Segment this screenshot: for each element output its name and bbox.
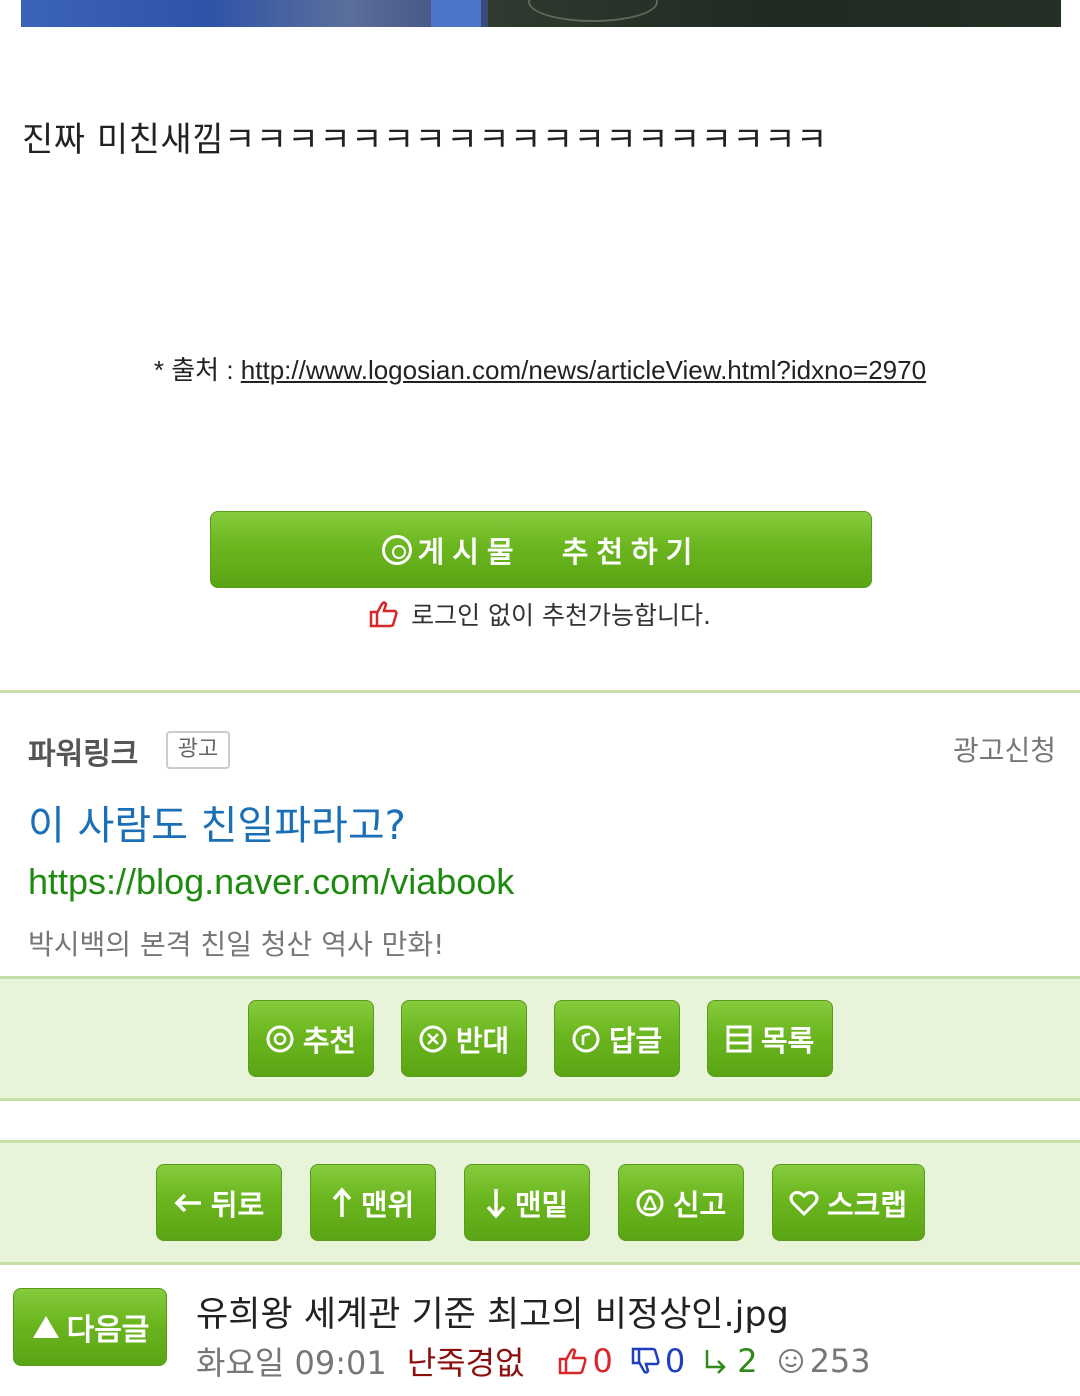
downvote-count: 0 bbox=[631, 1342, 685, 1380]
powerlink-label: 파워링크 bbox=[28, 737, 139, 772]
no-login-note: 로그인 없이 추천가능합니다. bbox=[0, 596, 1080, 632]
list-button[interactable]: 목록 bbox=[706, 1000, 833, 1077]
arrow-down-icon bbox=[486, 1188, 506, 1219]
next-post-meta: 화요일 09:01 난죽경없 0 0 2 253 bbox=[196, 1338, 871, 1384]
reply-icon bbox=[572, 1025, 600, 1052]
back-label: 뒤로 bbox=[210, 1187, 265, 1222]
next-post-button[interactable]: 다음글 bbox=[13, 1288, 167, 1366]
reply-label: 답글 bbox=[608, 1023, 663, 1058]
source-prefix: * 출처 : bbox=[153, 355, 241, 385]
reply-button[interactable]: 답글 bbox=[553, 1000, 680, 1077]
post-recommend-button[interactable]: 게시물 추천하기 bbox=[210, 511, 872, 588]
report-button[interactable]: 신고 bbox=[617, 1164, 744, 1241]
arrow-up-icon bbox=[332, 1186, 352, 1217]
image-right-panel bbox=[488, 0, 1061, 27]
post-recommend-label: 게시물 추천하기 bbox=[417, 534, 701, 569]
recommend-icon bbox=[266, 1025, 294, 1052]
upvote-count: 0 bbox=[558, 1342, 613, 1380]
arrow-left-icon bbox=[174, 1193, 201, 1212]
target-icon bbox=[381, 534, 412, 565]
thumbs-down-icon bbox=[631, 1347, 660, 1374]
thumbs-up-icon bbox=[369, 601, 398, 628]
triangle-up-icon bbox=[32, 1316, 59, 1338]
post-body-text: 진짜 미친새낌ㅋㅋㅋㅋㅋㅋㅋㅋㅋㅋㅋㅋㅋㅋㅋㅋㅋㅋㅋ bbox=[22, 120, 828, 160]
ad-badge: 광고 bbox=[166, 731, 230, 769]
next-post-author[interactable]: 난죽경없 bbox=[407, 1338, 525, 1384]
ad-description: 박시백의 본격 친일 청산 역사 만화! bbox=[28, 928, 445, 961]
navigation-action-bar: 뒤로 맨위 맨밑 신고 스크랩 bbox=[0, 1140, 1080, 1265]
scrap-label: 스크랩 bbox=[826, 1187, 908, 1222]
scrap-button[interactable]: 스크랩 bbox=[771, 1164, 925, 1241]
image-left-panel bbox=[21, 0, 488, 27]
oppose-button[interactable]: 반대 bbox=[400, 1000, 527, 1077]
downvote-value: 0 bbox=[664, 1342, 686, 1380]
bottom-button[interactable]: 맨밑 bbox=[463, 1164, 590, 1241]
recommend-label: 추천 bbox=[302, 1023, 357, 1058]
next-post-item: 다음글 유희왕 세계관 기준 최고의 비정상인.jpg 화요일 09:01 난죽… bbox=[0, 1266, 1080, 1396]
top-button[interactable]: 맨위 bbox=[309, 1164, 436, 1241]
next-post-button-label: 다음글 bbox=[66, 1313, 150, 1348]
no-login-text: 로그인 없이 추천가능합니다. bbox=[411, 601, 711, 630]
report-icon bbox=[636, 1189, 664, 1216]
upvote-value: 0 bbox=[592, 1342, 613, 1380]
powerlink-ad: 파워링크 광고 광고신청 이 사람도 친일파라고? https://blog.n… bbox=[0, 690, 1080, 978]
source-link[interactable]: http://www.logosian.com/news/articleView… bbox=[241, 355, 926, 385]
article-image-bottom-edge bbox=[21, 0, 1061, 27]
ad-title-link[interactable]: 이 사람도 친일파라고? bbox=[28, 793, 406, 851]
reply-value: 2 bbox=[737, 1342, 758, 1380]
ad-url-link[interactable]: https://blog.naver.com/viabook bbox=[28, 861, 514, 903]
post-action-bar: 추천 반대 답글 목록 bbox=[0, 976, 1080, 1101]
reply-arrow-icon bbox=[705, 1350, 726, 1374]
back-button[interactable]: 뒤로 bbox=[155, 1164, 282, 1241]
report-label: 신고 bbox=[672, 1187, 727, 1222]
list-icon bbox=[726, 1025, 752, 1052]
smiley-icon bbox=[778, 1349, 803, 1373]
oppose-icon bbox=[419, 1025, 447, 1052]
recommend-button[interactable]: 추천 bbox=[247, 1000, 374, 1077]
top-label: 맨위 bbox=[360, 1187, 415, 1222]
view-count: 253 bbox=[778, 1342, 871, 1380]
heart-icon bbox=[789, 1190, 819, 1216]
next-post-title[interactable]: 유희왕 세계관 기준 최고의 비정상인.jpg bbox=[196, 1286, 789, 1337]
source-line: * 출처 : http://www.logosian.com/news/arti… bbox=[0, 350, 1080, 387]
view-value: 253 bbox=[809, 1342, 871, 1380]
thumbs-up-icon bbox=[559, 1348, 588, 1375]
list-label: 목록 bbox=[760, 1023, 815, 1058]
reply-count: 2 bbox=[703, 1342, 758, 1380]
oppose-label: 반대 bbox=[455, 1023, 510, 1058]
next-post-time: 화요일 09:01 bbox=[196, 1344, 387, 1382]
ad-apply-link[interactable]: 광고신청 bbox=[953, 729, 1056, 769]
bottom-label: 맨밑 bbox=[514, 1187, 569, 1222]
